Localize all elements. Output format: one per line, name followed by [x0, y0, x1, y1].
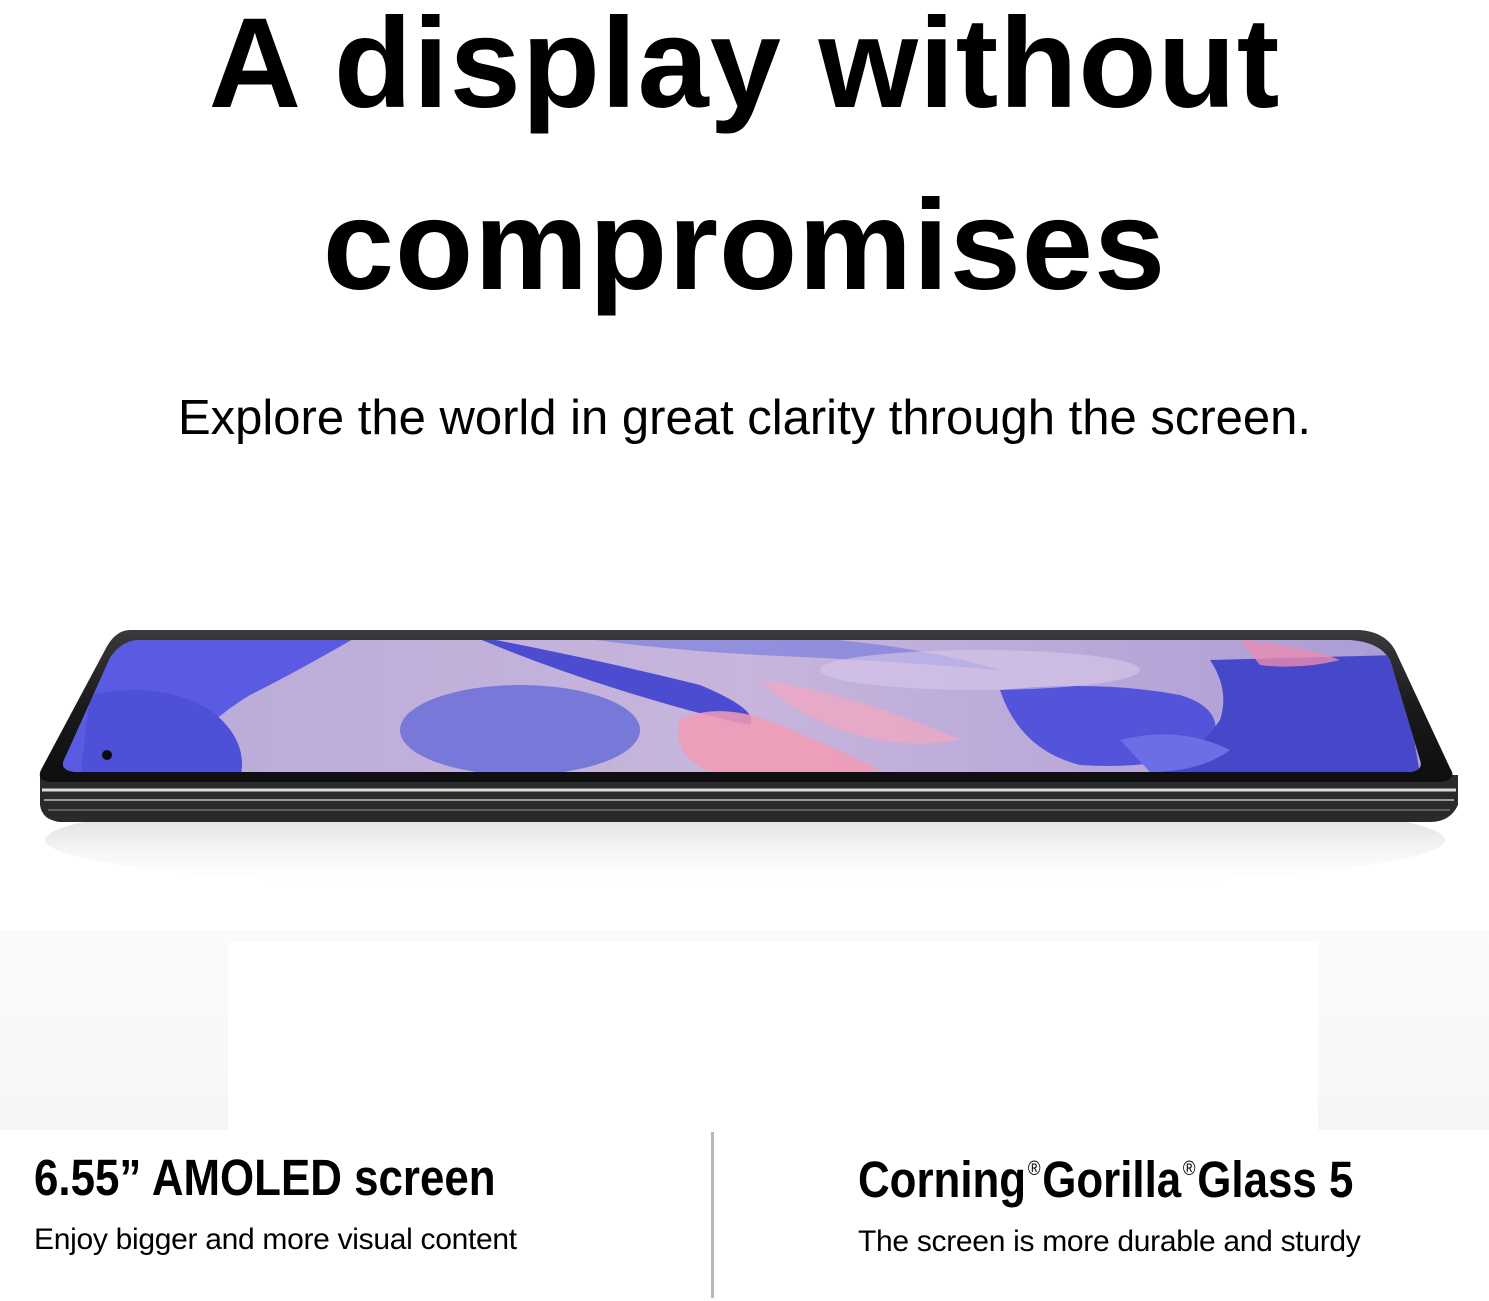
feature-amoled-title: 6.55” AMOLED screen [34, 1149, 496, 1206]
registered-mark: ® [1027, 1158, 1041, 1180]
subheadline: Explore the world in great clarity throu… [177, 391, 1312, 445]
feature-amoled-description: Enjoy bigger and more visual content [34, 1223, 517, 1256]
feature-divider [711, 1132, 714, 1298]
headline-line-1: A display without [208, 0, 1281, 135]
headline-line-2: compromises [322, 174, 1167, 317]
phone-illustration [39, 630, 1458, 895]
feature-gorilla-glass-title: Corning®Gorilla®Glass 5 [858, 1154, 1353, 1205]
title-glass: Glass 5 [1197, 1151, 1354, 1208]
feature-panel-inner [228, 942, 1318, 1130]
feature-amoled: 6.55” AMOLED screen Enjoy bigger and mor… [34, 1152, 571, 1255]
feature-panel-background [0, 930, 1489, 1130]
title-gorilla: Gorilla [1042, 1151, 1182, 1208]
registered-mark: ® [1182, 1158, 1196, 1180]
feature-gorilla-glass: Corning®Gorilla®Glass 5 The screen is mo… [858, 1154, 1434, 1257]
feature-gorilla-glass-description: The screen is more durable and sturdy [858, 1225, 1361, 1258]
phone-image [0, 600, 1489, 930]
title-corning: Corning [858, 1151, 1027, 1208]
